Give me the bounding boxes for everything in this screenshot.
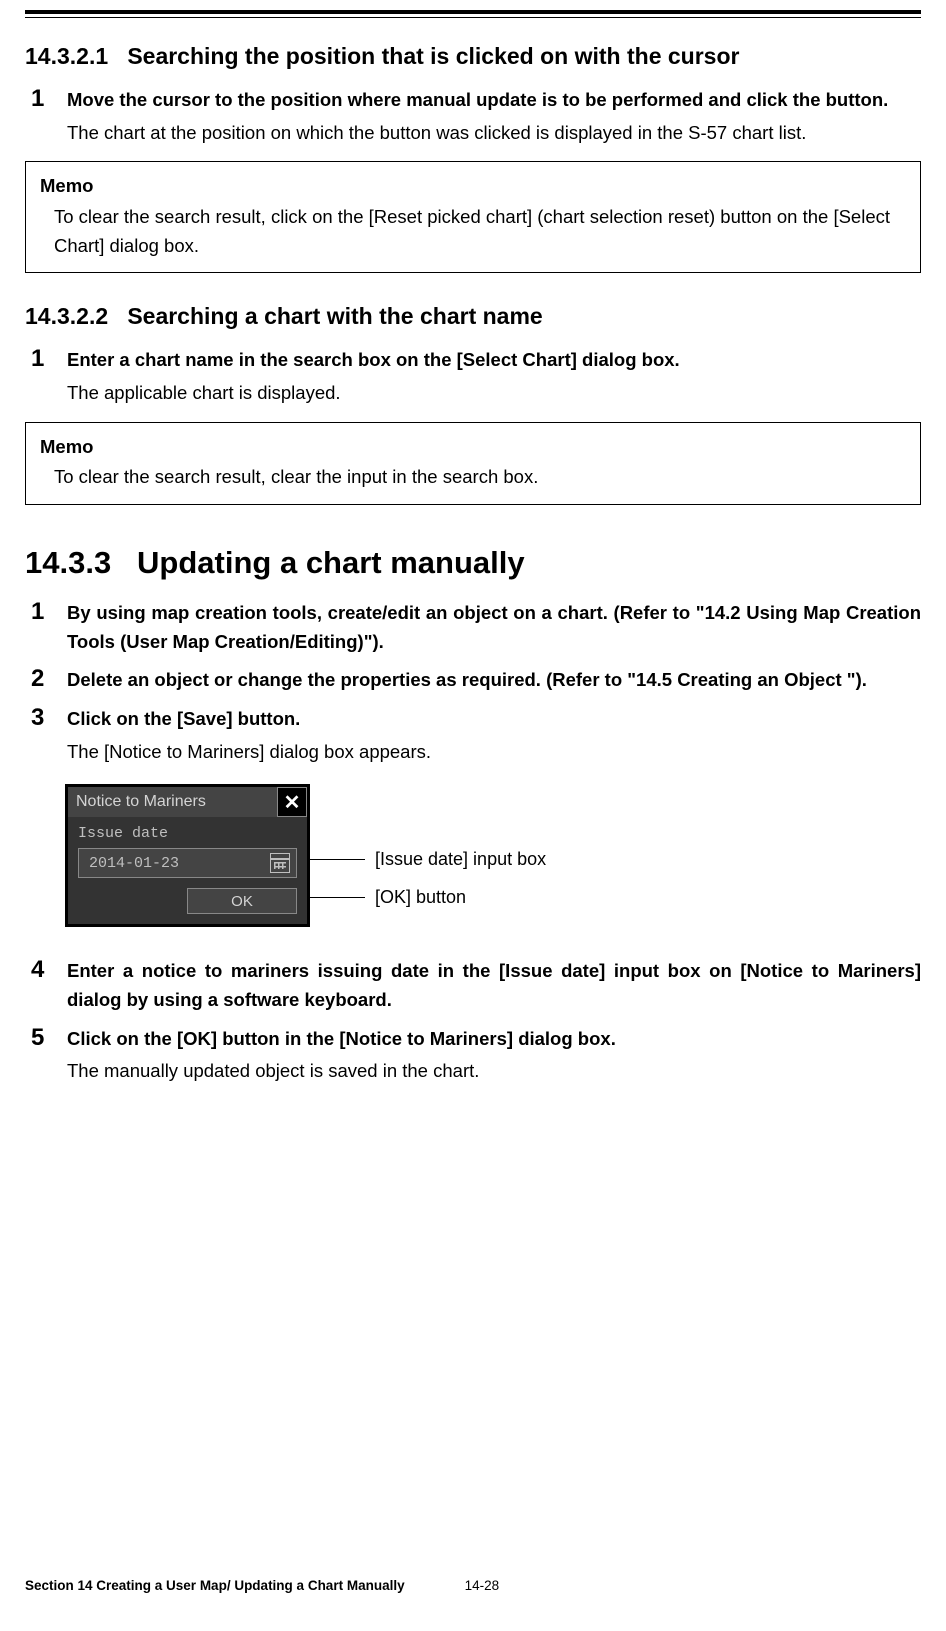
heading-14-3-3: 14.3.3 Updating a chart manually xyxy=(25,545,921,581)
heading-14-3-2-1: 14.3.2.1 Searching the position that is … xyxy=(25,43,921,70)
heading-number: 14.3.2.2 xyxy=(25,303,108,329)
dialog-titlebar: Notice to Mariners ✕ xyxy=(68,787,307,817)
footer-section: Section 14 Creating a User Map/ Updating… xyxy=(25,1578,405,1593)
step-title: Click on the [Save] button. xyxy=(67,705,921,734)
close-icon[interactable]: ✕ xyxy=(277,787,307,817)
ok-button[interactable]: OK xyxy=(187,888,297,914)
callout-ok: [OK] button xyxy=(375,887,466,908)
calendar-icon[interactable] xyxy=(270,853,290,873)
step: 1 Enter a chart name in the search box o… xyxy=(31,346,921,407)
issue-date-value: 2014-01-23 xyxy=(83,855,270,872)
step-title: Move the cursor to the position where ma… xyxy=(67,86,921,115)
step-number: 1 xyxy=(31,346,67,372)
callout-line xyxy=(310,897,365,898)
memo-body: To clear the search result, clear the in… xyxy=(40,463,906,492)
dialog-body: Issue date 2014-01-23 OK xyxy=(68,817,307,924)
heading-14-3-2-2: 14.3.2.2 Searching a chart with the char… xyxy=(25,303,921,330)
step-number: 2 xyxy=(31,666,67,692)
step: 1 Move the cursor to the position where … xyxy=(31,86,921,147)
memo-box: Memo To clear the search result, click o… xyxy=(25,161,921,273)
step: 3 Click on the [Save] button. The [Notic… xyxy=(31,705,921,766)
callout-line xyxy=(310,859,365,860)
page-content: 14.3.2.1 Searching the position that is … xyxy=(0,10,946,1121)
step: 5 Click on the [OK] button in the [Notic… xyxy=(31,1025,921,1086)
step-title: Click on the [OK] button in the [Notice … xyxy=(67,1025,921,1054)
step-desc: The chart at the position on which the b… xyxy=(67,119,921,148)
top-rule xyxy=(25,10,921,18)
heading-title: Searching a chart with the chart name xyxy=(127,303,542,329)
step-number: 5 xyxy=(31,1025,67,1051)
step: 2 Delete an object or change the propert… xyxy=(31,666,921,695)
step-title: By using map creation tools, create/edit… xyxy=(67,599,921,656)
ok-button-label: OK xyxy=(231,893,253,910)
heading-title: Searching the position that is clicked o… xyxy=(127,43,739,69)
step-title: Enter a chart name in the search box on … xyxy=(67,346,921,375)
step-title: Enter a notice to mariners issuing date … xyxy=(67,957,921,1014)
memo-title: Memo xyxy=(40,433,906,462)
dialog-title: Notice to Mariners xyxy=(68,793,275,811)
memo-box: Memo To clear the search result, clear t… xyxy=(25,422,921,505)
footer-page-number: 14-28 xyxy=(465,1578,500,1593)
step-desc: The manually updated object is saved in … xyxy=(67,1057,921,1086)
step-number: 4 xyxy=(31,957,67,983)
issue-date-label: Issue date xyxy=(78,825,297,842)
figure-notice-to-mariners: Notice to Mariners ✕ Issue date 2014-01-… xyxy=(65,784,921,927)
step: 4 Enter a notice to mariners issuing dat… xyxy=(31,957,921,1014)
callout-issue-date: [Issue date] input box xyxy=(375,849,546,870)
step-title: Delete an object or change the propertie… xyxy=(67,666,921,695)
issue-date-input[interactable]: 2014-01-23 xyxy=(78,848,297,878)
memo-body: To clear the search result, click on the… xyxy=(40,203,906,260)
page-footer: Section 14 Creating a User Map/ Updating… xyxy=(0,1578,946,1631)
heading-number: 14.3.3 xyxy=(25,545,111,580)
heading-number: 14.3.2.1 xyxy=(25,43,108,69)
memo-title: Memo xyxy=(40,172,906,201)
heading-title: Updating a chart manually xyxy=(137,545,525,580)
step-number: 1 xyxy=(31,86,67,112)
dialog-notice-to-mariners: Notice to Mariners ✕ Issue date 2014-01-… xyxy=(65,784,310,927)
step-number: 3 xyxy=(31,705,67,731)
step-desc: The [Notice to Mariners] dialog box appe… xyxy=(67,738,921,767)
step-desc: The applicable chart is displayed. xyxy=(67,379,921,408)
step-number: 1 xyxy=(31,599,67,625)
step: 1 By using map creation tools, create/ed… xyxy=(31,599,921,656)
